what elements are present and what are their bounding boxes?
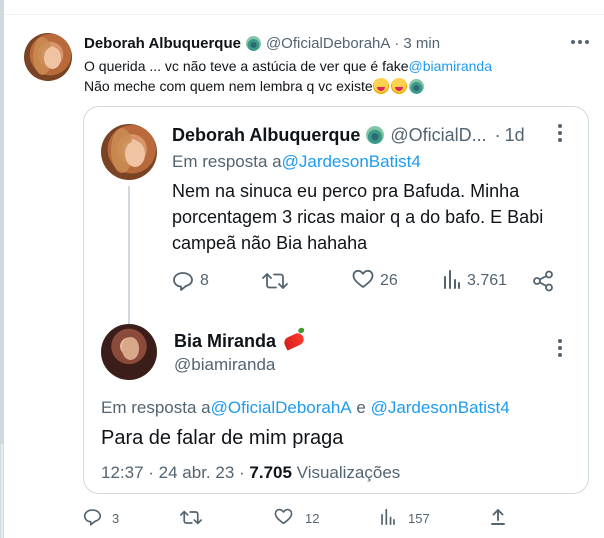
separator: · — [494, 124, 501, 145]
reply-header: Bia Miranda — [174, 330, 306, 352]
views-icon — [380, 508, 396, 528]
reply-count: 3 — [112, 510, 120, 526]
quoted-body: Nem na sinuca eu perco pra Bafuda. Minha — [172, 180, 520, 201]
window-edge — [0, 0, 4, 538]
reply-count: 8 — [200, 272, 209, 289]
retweet-icon[interactable] — [180, 509, 202, 526]
separator: · — [394, 34, 400, 52]
peacock-emoji — [408, 78, 424, 94]
reply-prefix: Em resposta a — [101, 398, 211, 417]
reply-views-count: 7.705 — [249, 463, 292, 482]
tweet-text-line-2: Não meche com quem nem lembra q vc exist… — [84, 77, 424, 95]
quoted-body-line-2: porcentagem 3 ricas maior q a do bafo. E… — [172, 206, 543, 228]
quoted-handle[interactable]: @OficialD... — [390, 125, 486, 146]
quoted-body: campeã não Bia hahaha — [172, 232, 368, 253]
reply-conjunction: e — [351, 398, 371, 417]
handle[interactable]: @OficialDeborahA — [266, 35, 390, 52]
reply-body: Para de falar de mim praga — [101, 426, 343, 450]
reply-context: Em resposta a @OficialDeborahA e @Jardes… — [101, 398, 510, 418]
views-action[interactable]: 157 — [380, 508, 430, 528]
quoted-display-name[interactable]: Deborah Albuquerque — [172, 125, 360, 146]
more-icon[interactable] — [557, 124, 563, 144]
reply-body-text: Para de falar de mim praga — [101, 426, 344, 449]
tweet-text: Não meche com quem nem lembra q vc exist… — [84, 78, 373, 94]
reply-icon — [83, 508, 102, 529]
quoted-avatar[interactable] — [101, 124, 157, 180]
views-count: 157 — [408, 510, 430, 526]
tweet-text: O querida ... vc não teve a astúcia de v… — [84, 58, 409, 74]
quoted-views-action[interactable]: 3.761 — [443, 269, 508, 294]
reply-to-link[interactable]: @OficialDeborahA — [211, 398, 352, 418]
quoted-reply-action[interactable]: 8 — [172, 270, 209, 292]
laughing-emoji — [372, 78, 389, 94]
views-icon — [443, 269, 461, 294]
quoted-body-line-1: Nem na sinuca eu perco pra Bafuda. Minha — [172, 180, 519, 202]
peacock-emoji — [366, 126, 385, 144]
reply-avatar[interactable] — [101, 324, 157, 380]
reply-prefix: Em resposta a — [172, 152, 282, 171]
reply-meta: 12:37 · 24 abr. 23 · 7.705 Visualizações — [101, 463, 400, 483]
thread-line — [128, 186, 130, 324]
like-action[interactable]: 12 — [274, 508, 319, 528]
display-name[interactable]: Deborah Albuquerque — [84, 35, 241, 52]
divider — [4, 14, 604, 15]
views-count: 3.761 — [467, 272, 508, 289]
share-icon[interactable] — [490, 508, 506, 526]
reply-display-name[interactable]: Bia Miranda — [174, 331, 276, 352]
chili-emoji — [282, 331, 306, 351]
quoted-header: Deborah Albuquerque @OficialD... · 1d — [172, 124, 525, 146]
reply-handle[interactable]: @biamiranda — [174, 355, 275, 375]
quoted-like-action[interactable]: 26 — [352, 269, 398, 294]
more-icon[interactable] — [571, 39, 589, 45]
laughing-emoji — [390, 78, 407, 94]
like-count: 26 — [380, 272, 398, 289]
like-icon — [274, 508, 293, 528]
reply-action[interactable]: 3 — [83, 508, 119, 528]
share-icon[interactable] — [532, 270, 554, 292]
like-count: 12 — [305, 510, 320, 526]
quoted-body-line-3: campeã não Bia hahaha — [172, 232, 367, 254]
avatar[interactable] — [24, 33, 72, 81]
tweet-header: Deborah Albuquerque @OficialDeborahA · 3… — [84, 34, 440, 52]
reply-to-link[interactable]: @JardesonBatist4 — [282, 152, 421, 172]
reply-timestamp[interactable]: 12:37 · 24 abr. 23 · — [101, 463, 249, 483]
reply-handle-row: @biamiranda — [174, 355, 275, 375]
reply-to-link[interactable]: @JardesonBatist4 — [371, 398, 510, 418]
more-icon[interactable] — [557, 339, 563, 359]
reply-views-label: Visualizações — [291, 463, 401, 482]
quoted-body: porcentagem 3 ricas maior q a do bafo. E… — [172, 206, 544, 227]
quoted-reply-context: Em resposta a @JardesonBatist4 — [172, 152, 421, 172]
quoted-timestamp[interactable]: 1d — [505, 125, 525, 146]
tweet-text-line-1: O querida ... vc não teve a astúcia de v… — [84, 57, 492, 75]
timestamp[interactable]: 3 min — [403, 35, 440, 52]
peacock-emoji — [245, 35, 261, 51]
like-icon — [352, 269, 374, 294]
mention-link[interactable]: @biamiranda — [409, 58, 492, 74]
reply-icon — [172, 271, 194, 291]
retweet-icon[interactable] — [262, 271, 288, 291]
